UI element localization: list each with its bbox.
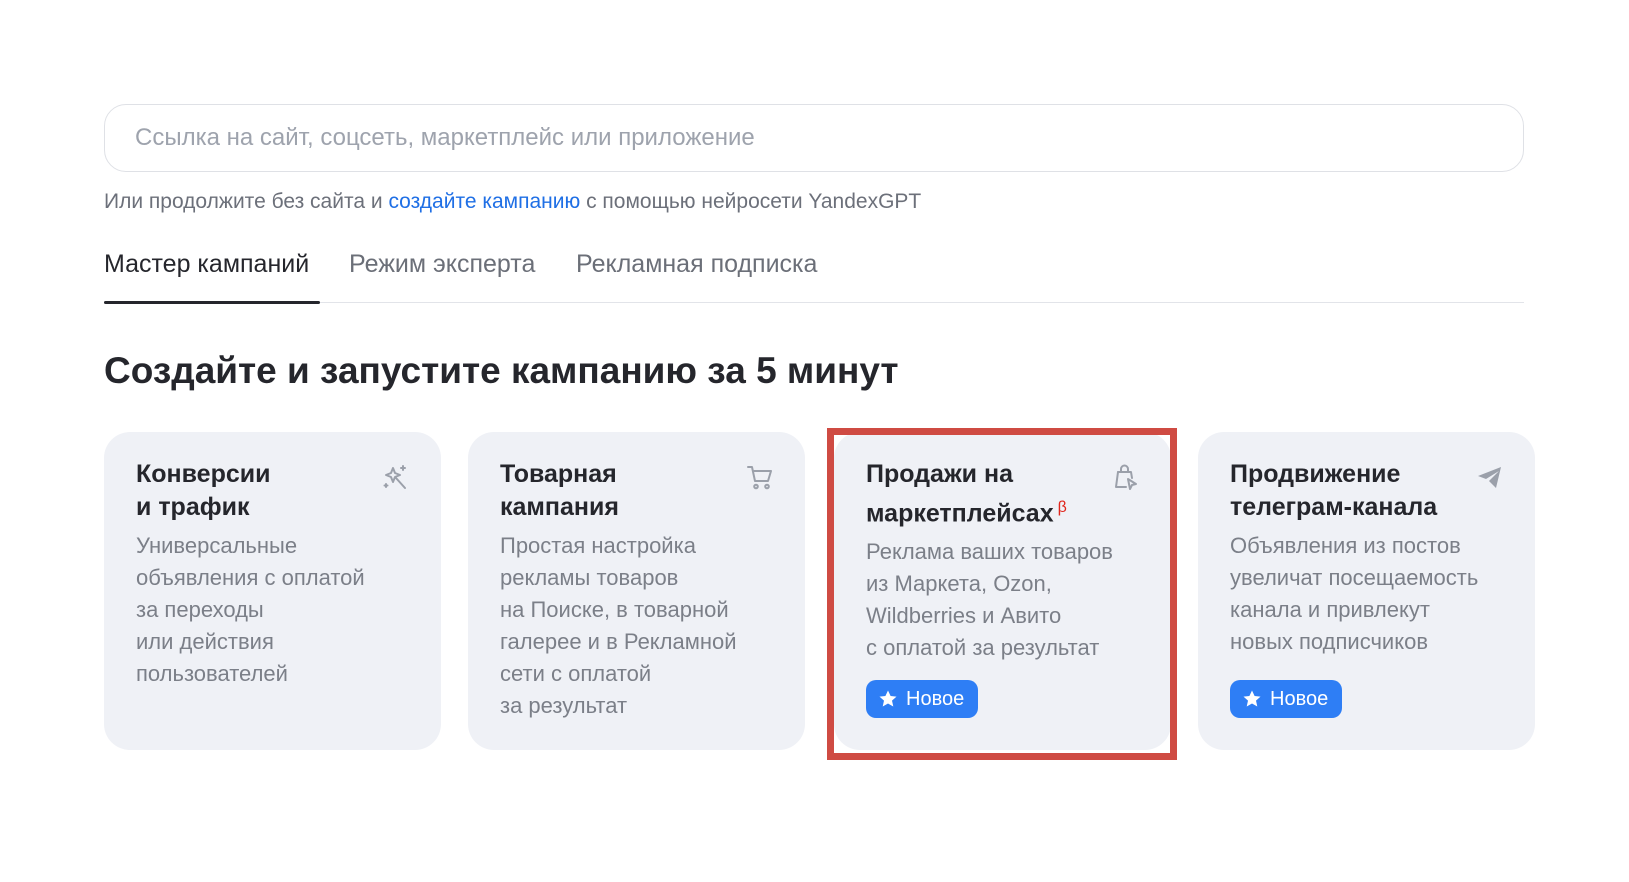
tab-ad-subscription[interactable]: Рекламная подписка	[576, 250, 817, 279]
card-description: Объявления из постов увеличат посещаемос…	[1230, 533, 1479, 654]
magic-sparkle-icon	[383, 465, 406, 489]
card-description: Универсальные объявления с оплатой за пе…	[136, 533, 365, 686]
card-title-text: Продажи на маркетплейсах	[866, 460, 1054, 528]
card-description: Реклама ваших товаров из Маркета, Ozon, …	[866, 539, 1113, 661]
card-telegram-promotion[interactable]: Продвижение телеграм-канала Объявления и…	[1198, 432, 1535, 750]
card-marketplace-sales[interactable]: Продажи на маркетплейсах β Реклама ваших …	[834, 432, 1171, 750]
card-title: Продвижение телеграм-канала	[1230, 460, 1438, 521]
new-badge: Новое	[1230, 680, 1343, 718]
card-title: Конверсии и трафик	[136, 460, 271, 521]
tab-campaign-master[interactable]: Мастер кампаний	[104, 250, 309, 279]
hint-text-before: Или продолжите без сайта и	[104, 190, 389, 213]
tab-expert-mode[interactable]: Режим эксперта	[349, 250, 535, 279]
page: Или продолжите без сайта и создайте камп…	[0, 0, 1629, 882]
mode-tabs: Мастер кампаний Режим эксперта Рекламная…	[104, 246, 1524, 304]
beta-badge: β	[1057, 499, 1067, 516]
badge-label: Новое	[1270, 687, 1329, 710]
card-title: Продажи на маркетплейсах β	[866, 458, 1106, 530]
create-campaign-link[interactable]: создайте кампанию	[388, 190, 580, 213]
url-input[interactable]	[135, 105, 1495, 171]
hint-text-after: с помощью нейросети YandexGPT	[580, 190, 922, 213]
url-search-field[interactable]	[104, 104, 1524, 172]
card-product-campaign[interactable]: Товарная кампания Простая настройка рекл…	[468, 432, 805, 750]
badge-label: Новое	[906, 687, 965, 710]
card-conversions-traffic[interactable]: Конверсии и трафик Универсальные объявле…	[104, 432, 441, 750]
star-icon	[879, 690, 897, 707]
star-icon	[1243, 690, 1261, 707]
page-title: Создайте и запустите кампанию за 5 минут	[104, 350, 899, 391]
new-badge: Новое	[866, 680, 979, 718]
card-title: Товарная кампания	[500, 460, 619, 521]
active-tab-indicator	[104, 301, 320, 304]
no-site-hint: Или продолжите без сайта и создайте камп…	[104, 190, 921, 214]
shopping-bag-click-icon	[1115, 464, 1137, 490]
telegram-plane-icon	[1478, 467, 1501, 488]
cart-icon	[747, 466, 772, 490]
card-description: Простая настройка рекламы товаров на Пои…	[500, 533, 737, 718]
